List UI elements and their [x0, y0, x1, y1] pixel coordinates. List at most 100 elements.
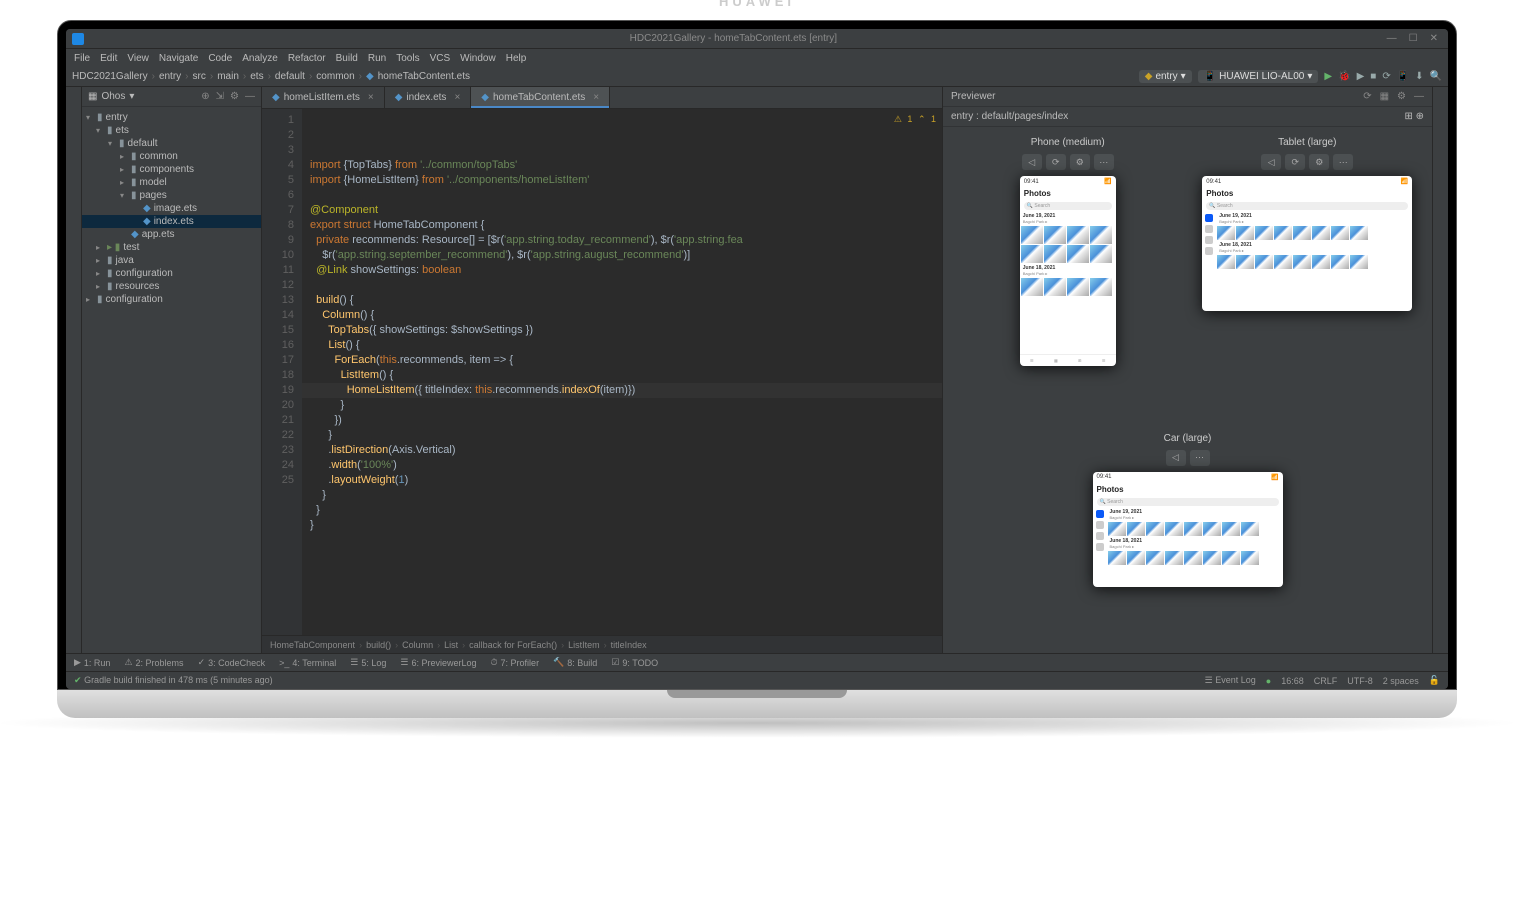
project-view-label[interactable]: Ohos [101, 91, 125, 102]
tree-item-model[interactable]: ▸▮model [82, 176, 261, 189]
toolwindow-previewerlog[interactable]: ☰ 6: PreviewerLog [400, 657, 476, 668]
editor-crumb[interactable]: ListItem [568, 640, 600, 650]
refresh-icon[interactable]: ⟳ [1363, 91, 1371, 102]
device-selector[interactable]: 📱HUAWEI LIO-AL00▾ [1198, 70, 1319, 83]
tree-icon[interactable]: ⊞ [1404, 111, 1412, 122]
toolwindow-run[interactable]: ▶ 1: Run [74, 657, 110, 668]
close-button[interactable]: ✕ [1426, 33, 1442, 44]
breadcrumb-item[interactable]: default [275, 71, 305, 82]
sync-icon[interactable]: ⟳ [1382, 71, 1390, 82]
toolwindow-build[interactable]: 🔨 8: Build [553, 657, 597, 668]
settings-icon[interactable]: ⚙ [1070, 154, 1090, 170]
tree-item-pages[interactable]: ▾▮pages [82, 189, 261, 202]
file-encoding[interactable]: UTF-8 [1347, 676, 1373, 686]
expand-icon[interactable]: ⇲ [216, 91, 224, 102]
code-editor[interactable]: 1234567891011121314151617181920212223242… [262, 109, 942, 635]
menu-window[interactable]: Window [460, 53, 496, 64]
line-separator[interactable]: CRLF [1314, 676, 1338, 686]
multi-device-icon[interactable]: ▦ [1380, 91, 1389, 102]
tree-item-ets[interactable]: ▾▮ets [82, 124, 261, 137]
tree-item-default[interactable]: ▾▮default [82, 137, 261, 150]
menu-vcs[interactable]: VCS [430, 53, 451, 64]
close-icon[interactable]: × [593, 92, 599, 103]
menu-view[interactable]: View [127, 53, 149, 64]
device-frame[interactable]: 09:41📶Photos🔍 SearchJune 19, 2021Bagchi … [1202, 176, 1412, 311]
breadcrumb-item[interactable]: homeTabContent.ets [378, 71, 470, 82]
toolwindow-log[interactable]: ☰ 5: Log [350, 657, 386, 668]
editor-crumb[interactable]: build() [366, 640, 391, 650]
tree-item-index-ets[interactable]: ◆index.ets [82, 215, 261, 228]
toolwindow-terminal[interactable]: >_ 4: Terminal [279, 658, 336, 668]
tree-item-image-ets[interactable]: ◆image.ets [82, 202, 261, 215]
breadcrumb-item[interactable]: common [316, 71, 354, 82]
inspection-badge[interactable]: ⚠ 1 ⌃ 1 [894, 112, 936, 127]
tab-homeListItem-ets[interactable]: ◆homeListItem.ets× [262, 87, 385, 108]
close-icon[interactable]: × [368, 92, 374, 103]
menu-code[interactable]: Code [208, 53, 232, 64]
breadcrumb-item[interactable]: ets [250, 71, 263, 82]
editor-crumb[interactable]: List [444, 640, 458, 650]
breadcrumb-item[interactable]: src [193, 71, 206, 82]
more-icon[interactable]: ⋯ [1190, 450, 1210, 466]
back-icon[interactable]: ◁ [1166, 450, 1186, 466]
tree-item-common[interactable]: ▸▮common [82, 150, 261, 163]
menu-run[interactable]: Run [368, 53, 386, 64]
gear-icon[interactable]: ⚙ [230, 91, 239, 102]
settings-icon[interactable]: ⚙ [1309, 154, 1329, 170]
right-tool-stripe[interactable] [1432, 87, 1448, 653]
zoom-icon[interactable]: ⊕ [1416, 111, 1424, 122]
breadcrumb-item[interactable]: main [217, 71, 239, 82]
run-icon[interactable]: ▶ [1324, 71, 1332, 82]
line-gutter[interactable]: 1234567891011121314151617181920212223242… [262, 109, 302, 635]
search-icon[interactable]: 🔍 [1430, 71, 1442, 82]
target-icon[interactable]: ⊕ [201, 91, 209, 102]
toolwindow-codecheck[interactable]: ✓ 3: CodeCheck [198, 657, 266, 668]
gear-icon[interactable]: ⚙ [1397, 91, 1406, 102]
toolwindow-profiler[interactable]: ⏱ 7: Profiler [491, 657, 540, 668]
tree-item-configuration[interactable]: ▸▮configuration [82, 267, 261, 280]
editor-crumb[interactable]: Column [402, 640, 433, 650]
editor-crumb[interactable]: titleIndex [611, 640, 647, 650]
more-icon[interactable]: ⋯ [1094, 154, 1114, 170]
cursor-position[interactable]: 16:68 [1281, 676, 1304, 686]
tree-item-entry[interactable]: ▾▮entry [82, 111, 261, 124]
tree-item-components[interactable]: ▸▮components [82, 163, 261, 176]
tree-item-test[interactable]: ▸▸ ▮test [82, 241, 261, 254]
menu-analyze[interactable]: Analyze [242, 53, 278, 64]
tree-item-resources[interactable]: ▸▮resources [82, 280, 261, 293]
tree-item-java[interactable]: ▸▮java [82, 254, 261, 267]
device-frame[interactable]: 09:41📶Photos🔍 SearchJune 19, 2021Bagchi … [1093, 472, 1283, 587]
tab-index-ets[interactable]: ◆index.ets× [385, 87, 472, 108]
back-icon[interactable]: ◁ [1022, 154, 1042, 170]
menu-file[interactable]: File [74, 53, 90, 64]
avd-icon[interactable]: 📱 [1397, 71, 1409, 82]
debug-icon[interactable]: 🐞 [1338, 71, 1350, 82]
sdk-icon[interactable]: ⬇ [1415, 71, 1423, 82]
coverage-icon[interactable]: ▶ [1357, 71, 1365, 82]
breadcrumb-item[interactable]: HDC2021Gallery [72, 71, 148, 82]
more-icon[interactable]: ⋯ [1333, 154, 1353, 170]
tree-item-configuration[interactable]: ▸▮configuration [82, 293, 261, 306]
minimize-button[interactable]: — [1383, 33, 1401, 44]
toolwindow-todo[interactable]: ☑ 9: TODO [611, 657, 658, 668]
back-icon[interactable]: ◁ [1261, 154, 1281, 170]
hide-icon[interactable]: — [1414, 91, 1424, 102]
device-frame[interactable]: 09:41📶Photos🔍 SearchJune 19, 2021Bagchi … [1020, 176, 1116, 366]
editor-crumb[interactable]: callback for ForEach() [469, 640, 557, 650]
tree-item-app-ets[interactable]: ◆app.ets [82, 228, 261, 241]
readonly-icon[interactable]: 🔓 [1429, 675, 1440, 686]
indent-setting[interactable]: 2 spaces [1383, 676, 1419, 686]
menu-tools[interactable]: Tools [396, 53, 419, 64]
editor-crumb[interactable]: HomeTabComponent [270, 640, 355, 650]
menu-edit[interactable]: Edit [100, 53, 117, 64]
menu-refactor[interactable]: Refactor [288, 53, 326, 64]
close-icon[interactable]: × [454, 92, 460, 103]
breadcrumb-item[interactable]: entry [159, 71, 181, 82]
menu-navigate[interactable]: Navigate [159, 53, 198, 64]
hide-icon[interactable]: — [245, 91, 255, 102]
maximize-button[interactable]: ☐ [1405, 33, 1422, 44]
run-config-selector[interactable]: ◆entry▾ [1139, 70, 1192, 83]
tab-homeTabContent-ets[interactable]: ◆homeTabContent.ets× [471, 87, 610, 108]
rotate-icon[interactable]: ⟳ [1046, 154, 1066, 170]
previewer-canvas[interactable]: Phone (medium)◁⟳⚙⋯09:41📶Photos🔍 SearchJu… [943, 127, 1432, 653]
